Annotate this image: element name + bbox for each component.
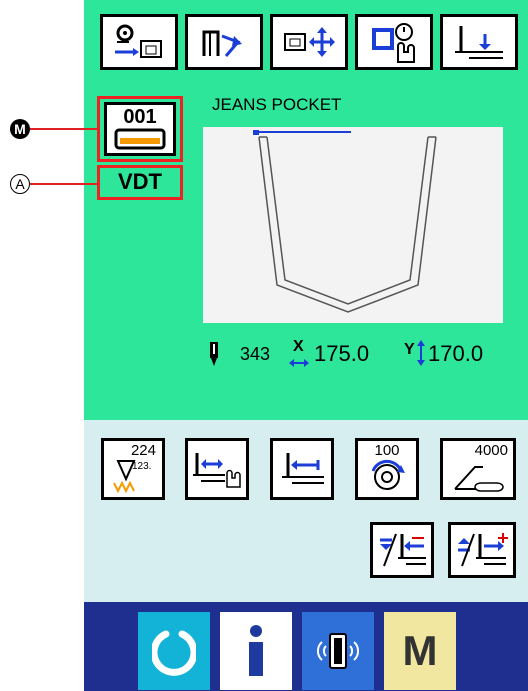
step-back-icon	[380, 533, 426, 567]
counter-value: 224	[130, 442, 156, 459]
communication-icon	[316, 633, 360, 669]
step-back-button[interactable]	[370, 522, 434, 578]
counter-sub: 123.	[132, 461, 152, 472]
step-sew-icon	[193, 453, 241, 488]
callout-m-badge: M	[10, 119, 30, 139]
presser-down-icon	[455, 26, 503, 59]
callout-m-letter: M	[14, 121, 26, 137]
needle-thread-icon	[202, 30, 242, 57]
callout-a-badge: A	[10, 174, 30, 194]
pattern-select-icon	[115, 24, 162, 58]
speed-max: 4000	[474, 442, 508, 459]
pattern-preview	[203, 127, 503, 323]
pattern-move-icon	[284, 27, 335, 57]
speed-dial-icon	[371, 459, 405, 490]
pattern-number-button[interactable]: 001	[104, 102, 176, 156]
y-value: 170.0	[428, 341, 484, 366]
counter-button[interactable]: 224 123.	[101, 438, 165, 500]
stitch-count: 343	[240, 344, 271, 364]
y-move-icon	[417, 340, 425, 366]
pattern-move-button[interactable]	[270, 14, 348, 70]
presser-down-button[interactable]	[440, 14, 518, 70]
mode-button[interactable]: M	[384, 612, 456, 690]
pattern-number: 001	[123, 106, 157, 128]
pattern-shape	[253, 130, 437, 313]
x-value: 175.0	[314, 341, 370, 366]
max-speed-button[interactable]: 4000	[440, 438, 516, 500]
speed-slope-icon	[454, 466, 504, 492]
sewing-frame-icon	[114, 128, 166, 150]
thread-timer-button[interactable]	[355, 14, 433, 70]
return-origin-button[interactable]	[270, 438, 334, 500]
callout-line-a	[30, 183, 98, 185]
x-label: X	[293, 338, 304, 355]
return-origin-icon	[282, 453, 324, 484]
reset-icon	[152, 630, 196, 676]
needle-icon	[210, 342, 218, 366]
step-forward-button[interactable]	[448, 522, 516, 578]
speed-button[interactable]: 100	[355, 438, 419, 500]
speed-value: 100	[374, 442, 400, 459]
step-sew-button[interactable]	[185, 438, 249, 500]
step-forward-icon	[458, 533, 508, 567]
material-code: VDT	[118, 169, 162, 194]
communication-button[interactable]	[302, 612, 374, 690]
callout-line-m	[30, 128, 98, 130]
y-label: Y	[404, 341, 415, 358]
pattern-name: JEANS POCKET	[212, 95, 342, 114]
info-button[interactable]	[220, 612, 292, 690]
thread-timer-icon	[372, 23, 415, 63]
needle-thread-button[interactable]	[185, 14, 263, 70]
callout-a-letter: A	[15, 176, 25, 192]
info-icon	[249, 625, 263, 676]
reset-button[interactable]	[138, 612, 210, 690]
mode-label: M	[402, 627, 438, 674]
counter-icon: 123.	[108, 459, 158, 495]
pattern-select-button[interactable]	[100, 14, 178, 70]
